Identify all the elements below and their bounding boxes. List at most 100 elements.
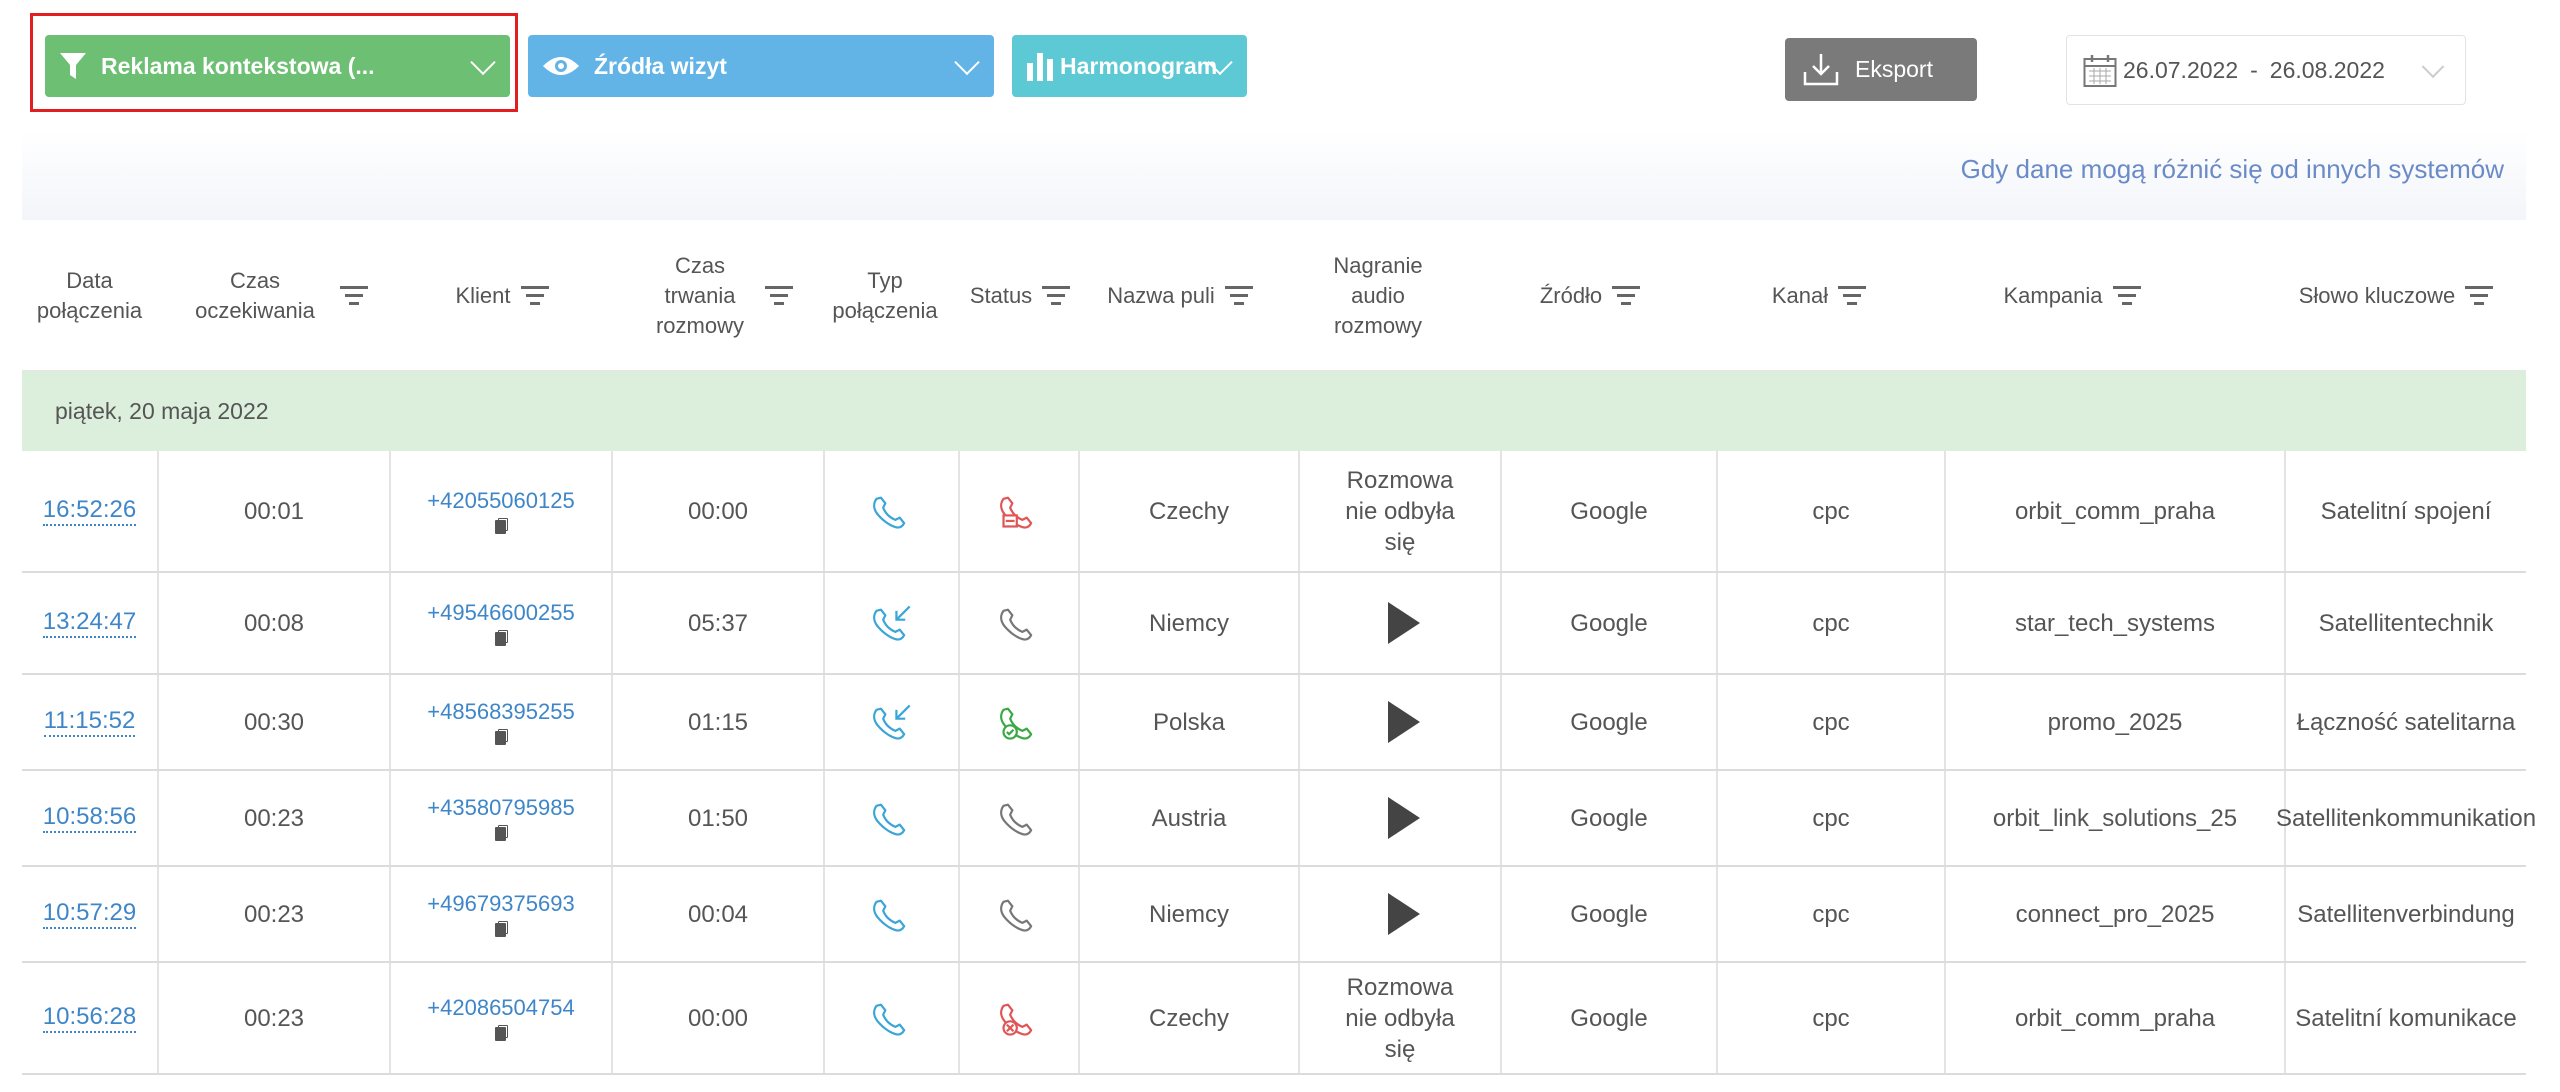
client-phone-link[interactable]: +49546600255 bbox=[427, 600, 574, 626]
phone-answered-icon bbox=[1000, 707, 1033, 740]
call-type-cell bbox=[825, 867, 960, 961]
keyword: Łączność satelitarna bbox=[2296, 708, 2516, 736]
wait-time-cell: 00:23 bbox=[159, 963, 391, 1073]
date-range-picker[interactable]: 26.07.2022 - 26.08.2022 bbox=[2066, 35, 2466, 105]
funnel-icon bbox=[60, 53, 86, 79]
phone-icon bbox=[1000, 899, 1033, 932]
campaign-cell: orbit_comm_praha bbox=[1946, 963, 2286, 1073]
play-icon[interactable] bbox=[1388, 701, 1420, 743]
call-time-link[interactable]: 10:56:28 bbox=[42, 1003, 137, 1033]
pool-cell: Niemcy bbox=[1080, 867, 1300, 961]
column-header-campaign[interactable]: Kampania bbox=[1942, 222, 2202, 370]
call-time-link[interactable]: 10:57:29 bbox=[42, 899, 137, 929]
calendar-icon bbox=[2083, 55, 2117, 87]
client-phone-link[interactable]: +49679375693 bbox=[427, 891, 574, 917]
campaign: orbit_comm_praha bbox=[2014, 497, 2216, 525]
copy-icon[interactable] bbox=[494, 1025, 508, 1041]
chevron-down-icon bbox=[2421, 55, 2445, 79]
client-phone: +43580795985 bbox=[427, 795, 575, 841]
keyword: Satellitenkommunikation bbox=[2275, 804, 2537, 832]
phone-outgoing-icon bbox=[872, 1003, 905, 1036]
column-header-wait-time[interactable]: Czas oczekiwania bbox=[159, 222, 389, 370]
export-button[interactable]: Eksport bbox=[1785, 38, 1977, 101]
date-group-row: piątek, 20 maja 2022 bbox=[22, 371, 2526, 451]
call-time-link[interactable]: 11:15:52 bbox=[43, 707, 136, 737]
filter-icon[interactable] bbox=[1612, 286, 1641, 306]
visit-sources-dropdown[interactable]: Źródła wizyt bbox=[528, 35, 994, 97]
copy-icon[interactable] bbox=[494, 921, 508, 937]
source-cell: Google bbox=[1502, 867, 1718, 961]
filter-icon[interactable] bbox=[2112, 286, 2141, 306]
source-cell: Google bbox=[1502, 675, 1718, 769]
client-cell: +49679375693 bbox=[391, 867, 613, 961]
campaign-cell: connect_pro_2025 bbox=[1946, 867, 2286, 961]
source: Google bbox=[1570, 804, 1648, 832]
client-cell: +42086504754 bbox=[391, 963, 613, 1073]
date-separator: - bbox=[2250, 56, 2258, 83]
call-type-cell bbox=[825, 573, 960, 673]
client-phone-link[interactable]: +42055060125 bbox=[427, 488, 574, 514]
channel: cpc bbox=[1812, 609, 1850, 637]
pool-name: Czechy bbox=[1148, 497, 1230, 525]
wait-time: 00:23 bbox=[243, 804, 305, 832]
channel-cell: cpc bbox=[1718, 963, 1946, 1073]
client-phone: +49546600255 bbox=[427, 600, 575, 646]
filter-icon[interactable] bbox=[340, 286, 368, 306]
campaign: promo_2025 bbox=[2047, 708, 2183, 736]
call-time-link[interactable]: 13:24:47 bbox=[42, 608, 137, 638]
wait-time: 00:01 bbox=[243, 497, 305, 525]
copy-icon[interactable] bbox=[494, 518, 508, 534]
keyword-cell: Satellitentechnik bbox=[2286, 573, 2526, 673]
channel: cpc bbox=[1812, 900, 1850, 928]
client-cell: +42055060125 bbox=[391, 451, 613, 571]
pool-cell: Polska bbox=[1080, 675, 1300, 769]
client-cell: +48568395255 bbox=[391, 675, 613, 769]
wait-time: 00:30 bbox=[243, 708, 305, 736]
context-ads-filter-dropdown[interactable]: Reklama kontekstowa (... bbox=[45, 35, 510, 97]
campaign: star_tech_systems bbox=[2014, 609, 2216, 637]
client-phone-link[interactable]: +43580795985 bbox=[427, 795, 574, 821]
client-phone-link[interactable]: +42086504754 bbox=[427, 995, 574, 1021]
schedule-dropdown[interactable]: Harmonogram bbox=[1012, 35, 1247, 97]
channel-cell: cpc bbox=[1718, 573, 1946, 673]
play-icon[interactable] bbox=[1388, 602, 1420, 644]
wait-time-cell: 00:23 bbox=[159, 867, 391, 961]
call-time-link[interactable]: 10:58:56 bbox=[42, 803, 137, 833]
copy-icon[interactable] bbox=[494, 729, 508, 745]
campaign: orbit_link_solutions_25 bbox=[1992, 804, 2238, 832]
filter-icon[interactable] bbox=[1838, 286, 1867, 306]
client-phone-link[interactable]: +48568395255 bbox=[427, 699, 574, 725]
campaign-cell: promo_2025 bbox=[1946, 675, 2286, 769]
column-header-call-date[interactable]: Data połączenia bbox=[22, 222, 157, 370]
recording-cell bbox=[1300, 867, 1502, 961]
filter-icon[interactable] bbox=[765, 286, 793, 306]
duration-cell: 00:00 bbox=[613, 963, 825, 1073]
wait-time-cell: 00:01 bbox=[159, 451, 391, 571]
column-header-client[interactable]: Klient bbox=[392, 222, 612, 370]
filter-icon[interactable] bbox=[1224, 286, 1253, 306]
column-header-duration[interactable]: Czas trwania rozmowy bbox=[614, 222, 824, 370]
column-header-pool-name[interactable]: Nazwa puli bbox=[1060, 222, 1300, 370]
duration-cell: 01:15 bbox=[613, 675, 825, 769]
copy-icon[interactable] bbox=[494, 630, 508, 646]
column-header-recording[interactable]: Nagranie audio rozmowy bbox=[1274, 222, 1482, 370]
column-header-channel[interactable]: Kanał bbox=[1714, 222, 1924, 370]
pool-name: Austria bbox=[1151, 804, 1227, 832]
call-time-link[interactable]: 16:52:26 bbox=[42, 496, 137, 526]
column-header-keyword[interactable]: Słowo kluczowe bbox=[2266, 222, 2526, 370]
play-icon[interactable] bbox=[1388, 893, 1420, 935]
recording-cell bbox=[1300, 771, 1502, 865]
filter-icon[interactable] bbox=[520, 286, 549, 306]
copy-icon[interactable] bbox=[494, 825, 508, 841]
column-header-source[interactable]: Źródło bbox=[1480, 222, 1700, 370]
eye-icon bbox=[543, 57, 579, 75]
status-cell bbox=[960, 675, 1080, 769]
source: Google bbox=[1570, 708, 1648, 736]
call-time-cell: 10:57:29 bbox=[22, 867, 159, 961]
play-icon[interactable] bbox=[1388, 797, 1420, 839]
channel-cell: cpc bbox=[1718, 675, 1946, 769]
table-row: 13:24:47 00:08 +49546600255 05:37 Niemcy… bbox=[22, 573, 2526, 675]
pool-cell: Austria bbox=[1080, 771, 1300, 865]
call-duration: 00:04 bbox=[687, 900, 749, 928]
filter-icon[interactable] bbox=[2465, 286, 2494, 306]
